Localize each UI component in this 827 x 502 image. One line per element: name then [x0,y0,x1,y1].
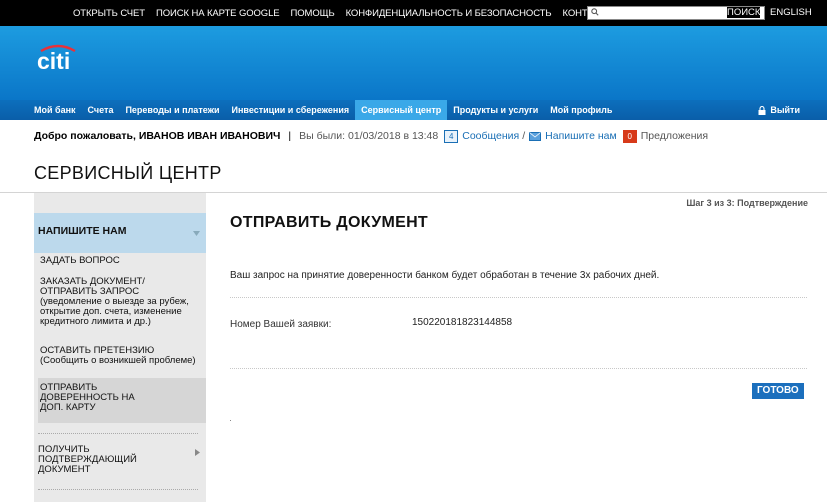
sidebar-section-label: НАПИШИТЕ НАМ [38,225,127,237]
sidebar-item-complaint[interactable]: ОСТАВИТЬ ПРЕТЕНЗИЮ (Сообщить о возникшей… [40,346,200,366]
order-number-label: Номер Вашей заявки: [230,319,332,330]
page-title: СЕРВИСНЫЙ ЦЕНТР [34,163,222,183]
sidebar-item-order-document[interactable]: ЗАКАЗАТЬ ДОКУМЕНТ/ ОТПРАВИТЬ ЗАПРОС (уве… [40,277,200,327]
content-divider [230,368,807,369]
search-icon [591,8,599,16]
language-link[interactable]: ENGLISH [770,7,812,18]
logo-text: citi [37,48,70,72]
chevron-down-icon [193,231,200,236]
sidebar-item-send-power-of-attorney[interactable]: ОТПРАВИТЬ ДОВЕРЕННОСТЬ НА ДОП. КАРТУ [40,383,150,413]
messages-link[interactable]: Сообщения [462,130,519,142]
sidebar-item-label: ЗАДАТЬ ВОПРОС [40,255,120,266]
sidebar-divider [38,489,198,490]
sidebar-item-label: ОТПРАВИТЬ ДОВЕРЕННОСТЬ НА ДОП. КАРТУ [40,382,135,413]
logout-button[interactable]: Выйти [758,100,800,120]
chevron-right-icon [195,449,200,456]
top-links: ОТКРЫТЬ СЧЕТ ПОИСК НА КАРТЕ GOOGLE ПОМОЩ… [73,0,624,26]
last-visit: Вы были: 01/03/2018 в 13:48 [299,130,439,142]
confirmation-message: Ваш запрос на принятие доверенности банк… [230,270,660,281]
nav-my-bank[interactable]: Мой банк [0,100,82,120]
top-link-open-account[interactable]: ОТКРЫТЬ СЧЕТ [73,8,145,19]
nav-payments[interactable]: Переводы и платежи [119,100,225,120]
sidebar-section-label: ПОЛУЧИТЬ ПОДТВЕРЖДАЮЩИЙ ДОКУМЕНТ [38,444,137,475]
messages-count-badge: 4 [444,129,459,143]
sidebar-item-sub: (уведомление о выезде за рубеж, открытие… [40,296,189,327]
sidebar-section-get-document[interactable]: ПОЛУЧИТЬ ПОДТВЕРЖДАЮЩИЙ ДОКУМЕНТ [38,445,168,475]
done-button[interactable]: ГОТОВО [752,383,804,399]
offers-link[interactable]: Предложения [641,130,708,142]
welcome-greeting: Добро пожаловать, ИВАНОВ ИВАН ИВАНОВИЧ [34,130,281,142]
nav-products[interactable]: Продукты и услуги [447,100,544,120]
welcome-separator: | [288,130,292,142]
top-link-privacy[interactable]: КОНФИДЕНЦИАЛЬНОСТЬ И БЕЗОПАСНОСТЬ [346,8,552,19]
write-us-link[interactable]: Напишите нам [545,130,617,142]
nav-service-center[interactable]: Сервисный центр [355,100,448,120]
nav-accounts[interactable]: Счета [82,100,120,120]
lock-icon [758,105,766,115]
content-divider [230,297,807,298]
citi-logo[interactable]: citi [36,44,80,72]
top-utility-bar: ОТКРЫТЬ СЧЕТ ПОИСК НА КАРТЕ GOOGLE ПОМОЩ… [0,0,827,26]
top-link-google-map[interactable]: ПОИСК НА КАРТЕ GOOGLE [156,8,280,19]
nav-profile[interactable]: Мой профиль [544,100,618,120]
welcome-bar: Добро пожаловать, ИВАНОВ ИВАН ИВАНОВИЧ |… [34,126,708,146]
welcome-slash: / [522,130,526,142]
top-link-help[interactable]: ПОМОЩЬ [291,8,335,19]
logout-label: Выйти [770,105,800,115]
search-button[interactable]: ПОИСК [727,7,761,18]
sidebar-section-write-us[interactable]: НАПИШИТЕ НАМ [34,213,206,253]
offers-count-badge: 0 [622,129,637,143]
sidebar-item-sub: (Сообщить о возникшей проблеме) [40,355,196,366]
nav-investments[interactable]: Инвестиции и сбережения [226,100,356,120]
header-banner [0,26,827,100]
sidebar-item-ask-question[interactable]: ЗАДАТЬ ВОПРОС [40,256,120,266]
sidebar-divider [38,433,198,434]
sidebar-item-label: ЗАКАЗАТЬ ДОКУМЕНТ/ ОТПРАВИТЬ ЗАПРОС [40,276,145,297]
step-indicator: Шаг 3 из 3: Подтверждение [686,198,808,208]
order-number-value: 150220181823144858 [412,317,513,328]
mail-icon [529,131,542,141]
main-nav: Мой банк Счета Переводы и платежи Инвест… [0,100,827,120]
decorative-dot [230,420,231,421]
main-title: ОТПРАВИТЬ ДОКУМЕНТ [230,214,429,231]
sidebar: НАПИШИТЕ НАМ ЗАДАТЬ ВОПРОС ЗАКАЗАТЬ ДОКУ… [34,193,206,502]
